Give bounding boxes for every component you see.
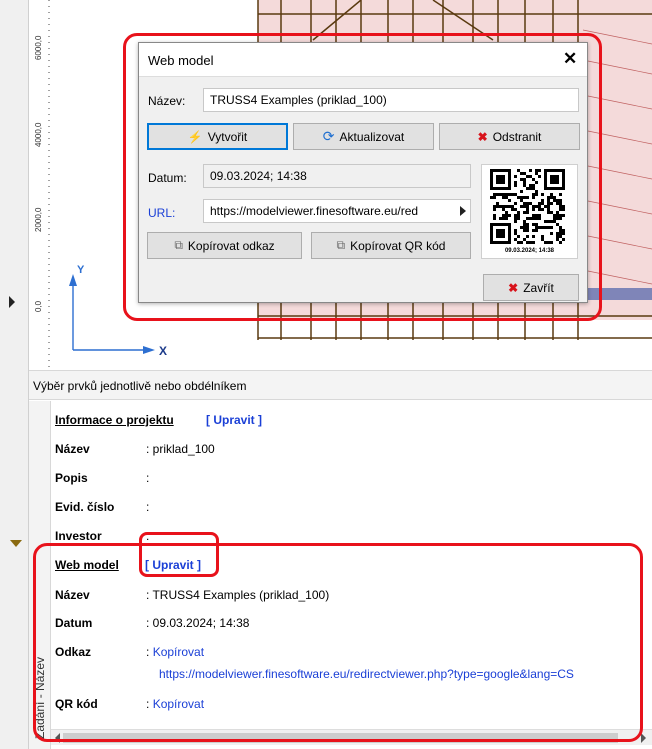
field-label: Investor <box>55 529 102 543</box>
app-window: 6000,0 4000,0 2000,0 0,0 Y X Výběr prvků… <box>0 0 652 749</box>
section-title-project: Informace o projektu <box>55 413 174 427</box>
scroll-right-icon[interactable] <box>641 733 646 743</box>
ruler-tick: 0,0 <box>34 300 43 312</box>
ruler-tick: 2000,0 <box>34 207 43 232</box>
field-label: Název <box>55 442 90 456</box>
ruler-tick: 4000,0 <box>34 122 43 147</box>
axis-indicator: Y X <box>67 264 167 358</box>
x-axis-label: X <box>159 344 168 358</box>
highlight-web-model-section <box>33 543 643 742</box>
field-label: Evid. číslo <box>55 500 115 514</box>
vertical-ruler: 6000,0 4000,0 2000,0 0,0 <box>29 0 53 370</box>
y-axis-label: Y <box>77 264 85 276</box>
edit-project-link[interactable]: [ Upravit ] <box>206 413 262 427</box>
highlight-dialog <box>123 33 602 321</box>
field-value: : priklad_100 <box>146 442 215 456</box>
collapse-arrow-icon[interactable] <box>10 540 22 547</box>
ruler-tick: 6000,0 <box>34 35 43 60</box>
field-value: : <box>146 500 150 514</box>
field-value: : <box>146 471 150 485</box>
field-label: Popis <box>55 471 88 485</box>
expand-arrow-icon[interactable] <box>9 296 15 308</box>
status-bar: Výběr prvků jednotlivě nebo obdélníkem <box>29 370 652 400</box>
left-toolbar <box>0 0 29 749</box>
